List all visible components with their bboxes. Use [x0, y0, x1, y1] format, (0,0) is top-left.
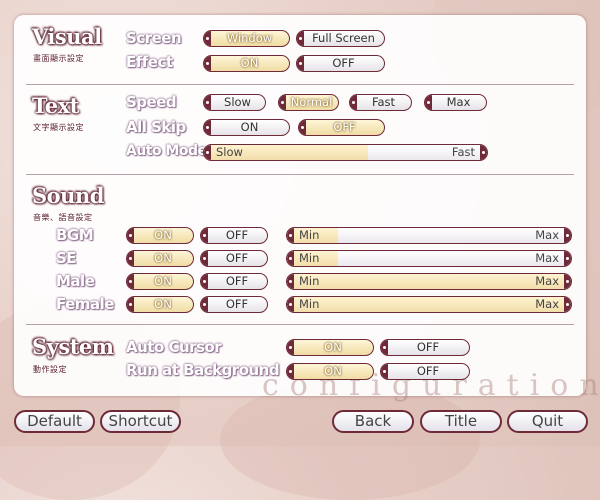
auto-mode-max-label: Fast — [451, 145, 475, 159]
bgm-on-option[interactable]: ON — [126, 227, 194, 244]
bgm-off-option[interactable]: OFF — [200, 227, 268, 244]
effect-label: Effect — [126, 53, 173, 71]
se-max-label: Max — [535, 251, 559, 265]
slider-left-cap — [287, 251, 294, 266]
effect-on-option[interactable]: ON — [203, 55, 290, 72]
auto-cursor-on-option[interactable]: ON — [286, 339, 374, 356]
bgm-max-label: Max — [535, 228, 559, 242]
female-off-option[interactable]: OFF — [200, 296, 268, 313]
quit-button[interactable]: Quit — [507, 410, 588, 433]
slider-left-cap — [287, 297, 294, 312]
male-max-label: Max — [535, 274, 559, 288]
auto-mode-slider[interactable]: Slow Fast — [203, 144, 488, 161]
female-on-option[interactable]: ON — [126, 296, 194, 313]
speed-fast-option[interactable]: Fast — [349, 94, 412, 111]
auto-mode-label: Auto Mode — [126, 143, 207, 159]
section-divider — [26, 174, 574, 175]
se-min-label: Min — [299, 251, 320, 265]
all-skip-label: All Skip — [126, 118, 186, 136]
slider-right-cap — [564, 228, 571, 243]
male-volume-slider[interactable]: Min Max — [286, 273, 572, 290]
default-button[interactable]: Default — [14, 410, 95, 433]
bgm-label: BGM — [56, 226, 94, 244]
section-title-system: System — [32, 334, 114, 359]
auto-mode-min-label: Slow — [216, 145, 243, 159]
title-button[interactable]: Title — [420, 410, 502, 433]
section-subtitle-sound: 音樂、語音設定 — [33, 213, 93, 222]
screen-window-option[interactable]: Window — [203, 30, 290, 47]
speed-normal-option[interactable]: Normal — [278, 94, 339, 111]
bgm-volume-slider[interactable]: Min Max — [286, 227, 572, 244]
section-divider — [26, 324, 574, 325]
auto-cursor-label: Auto Cursor — [126, 338, 222, 356]
back-button[interactable]: Back — [332, 410, 414, 433]
section-subtitle-visual: 畫面顯示設定 — [33, 54, 84, 63]
all-skip-on-option[interactable]: ON — [203, 119, 290, 136]
female-volume-slider[interactable]: Min Max — [286, 296, 572, 313]
run-background-label: Run at Background — [126, 361, 280, 379]
se-label: SE — [56, 249, 77, 267]
speed-label: Speed — [126, 93, 177, 111]
auto-cursor-off-option[interactable]: OFF — [380, 339, 470, 356]
section-title-text: Text — [32, 93, 79, 118]
male-volume-fill — [287, 274, 571, 289]
run-background-on-option[interactable]: ON — [286, 363, 374, 380]
slider-left-cap — [287, 228, 294, 243]
male-min-label: Min — [299, 274, 320, 288]
shortcut-button[interactable]: Shortcut — [100, 410, 181, 433]
section-subtitle-text: 文字顯示設定 — [33, 123, 84, 132]
section-divider — [26, 84, 574, 85]
speed-max-option[interactable]: Max — [424, 94, 487, 111]
se-on-option[interactable]: ON — [126, 250, 194, 267]
female-volume-fill — [287, 297, 571, 312]
screen-fullscreen-option[interactable]: Full Screen — [296, 30, 385, 47]
effect-off-option[interactable]: OFF — [296, 55, 385, 72]
slider-right-cap — [564, 251, 571, 266]
bgm-min-label: Min — [299, 228, 320, 242]
slider-left-cap — [204, 145, 211, 160]
female-max-label: Max — [535, 297, 559, 311]
slider-left-cap — [287, 274, 294, 289]
male-off-option[interactable]: OFF — [200, 273, 268, 290]
se-off-option[interactable]: OFF — [200, 250, 268, 267]
speed-slow-option[interactable]: Slow — [203, 94, 266, 111]
run-background-off-option[interactable]: OFF — [380, 363, 470, 380]
female-label: Female — [56, 295, 114, 313]
male-label: Male — [56, 272, 95, 290]
screen-label: Screen — [126, 29, 182, 47]
section-subtitle-system: 動作設定 — [33, 365, 67, 374]
section-title-visual: Visual — [32, 24, 102, 49]
slider-right-cap — [480, 145, 487, 160]
all-skip-off-option[interactable]: OFF — [298, 119, 385, 136]
male-on-option[interactable]: ON — [126, 273, 194, 290]
se-volume-slider[interactable]: Min Max — [286, 250, 572, 267]
section-title-sound: Sound — [32, 183, 104, 208]
female-min-label: Min — [299, 297, 320, 311]
